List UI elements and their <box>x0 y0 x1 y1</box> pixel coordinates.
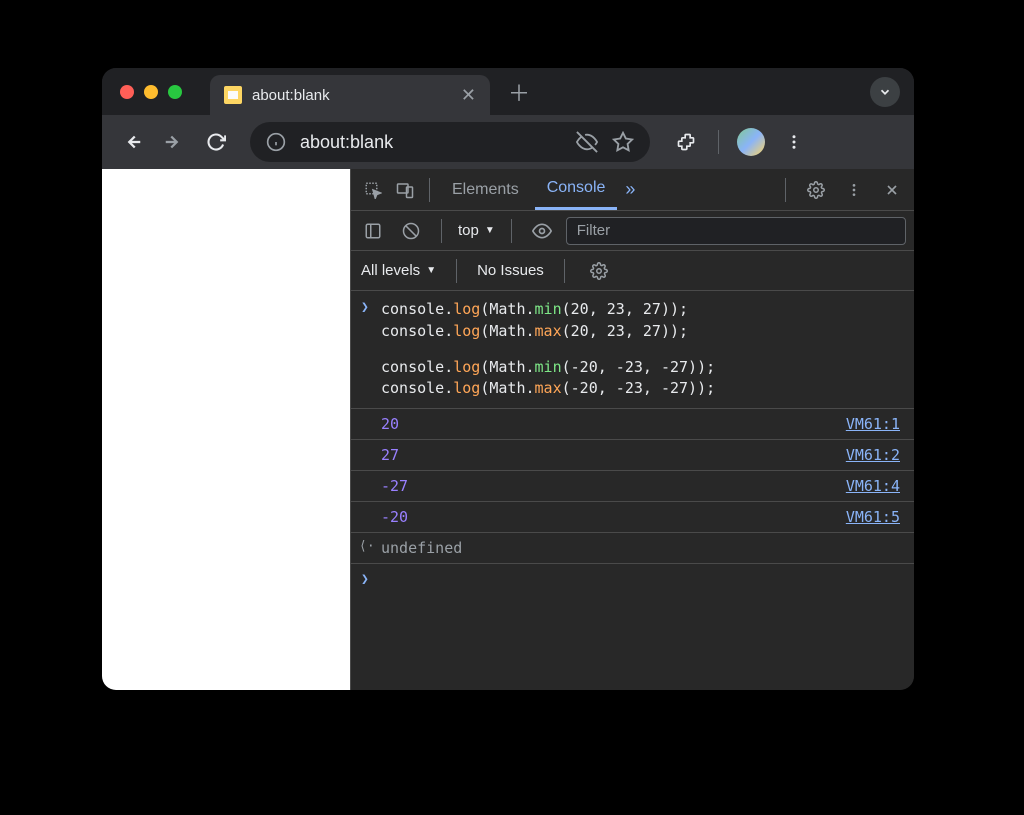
log-value: 27 <box>381 446 399 464</box>
log-value: -27 <box>381 477 408 495</box>
page-viewport[interactable] <box>102 169 350 690</box>
tab-title: about:blank <box>252 87 451 104</box>
console-log-row: 27 VM61:2 <box>351 440 914 471</box>
context-label: top <box>458 222 479 239</box>
forward-button[interactable] <box>156 124 192 160</box>
toggle-sidebar-icon[interactable] <box>359 217 387 245</box>
back-button[interactable] <box>114 124 150 160</box>
return-value: undefined <box>381 539 462 557</box>
log-source-link[interactable]: VM61:5 <box>846 508 900 526</box>
devtools-panel: Elements Console » <box>350 169 914 690</box>
code-line: console.log(Math.min(-20, -23, -27)); <box>381 357 904 379</box>
live-expression-icon[interactable] <box>528 217 556 245</box>
eye-off-icon[interactable] <box>576 131 598 153</box>
tab-label: Elements <box>452 181 519 199</box>
divider <box>441 219 442 243</box>
reload-button[interactable] <box>198 124 234 160</box>
console-log-row: 20 VM61:1 <box>351 409 914 440</box>
divider <box>456 259 457 283</box>
inspect-element-icon[interactable] <box>359 176 387 204</box>
code-line: console.log(Math.min(20, 23, 27)); <box>381 299 904 321</box>
minimize-window-button[interactable] <box>144 85 158 99</box>
console-log-row: -27 VM61:4 <box>351 471 914 502</box>
tab-search-button[interactable] <box>870 77 900 107</box>
console-log-row: -20 VM61:5 <box>351 502 914 533</box>
tab-strip: about:blank ✕ ＋ <box>102 68 914 115</box>
chevron-right-icon: ❯ <box>361 572 369 587</box>
log-source-link[interactable]: VM61:2 <box>846 446 900 464</box>
content-area: Elements Console » <box>102 169 914 690</box>
close-tab-icon[interactable]: ✕ <box>461 85 476 106</box>
settings-gear-icon[interactable] <box>802 176 830 204</box>
code-line: console.log(Math.max(20, 23, 27)); <box>381 321 904 343</box>
favicon-icon <box>224 86 242 104</box>
console-input-echo: ❯ console.log(Math.min(20, 23, 27)); con… <box>351 291 914 409</box>
issues-label[interactable]: No Issues <box>477 262 544 279</box>
window-controls <box>120 85 182 99</box>
divider <box>564 259 565 283</box>
divider <box>511 219 512 243</box>
extensions-icon[interactable] <box>676 132 696 152</box>
console-settings-gear-icon[interactable] <box>585 257 613 285</box>
device-toolbar-icon[interactable] <box>391 176 419 204</box>
chevron-down-icon: ▼ <box>426 265 436 276</box>
console-levels-bar: All levels ▼ No Issues <box>351 251 914 291</box>
log-levels-selector[interactable]: All levels ▼ <box>361 262 436 279</box>
site-info-icon[interactable] <box>266 132 286 152</box>
log-value: 20 <box>381 415 399 433</box>
tab-elements[interactable]: Elements <box>440 169 531 210</box>
log-value: -20 <box>381 508 408 526</box>
tab-console[interactable]: Console <box>535 169 618 210</box>
console-return-row: ⟨· undefined <box>351 533 914 564</box>
log-source-link[interactable]: VM61:4 <box>846 477 900 495</box>
new-tab-button[interactable]: ＋ <box>508 76 530 108</box>
divider <box>429 178 430 202</box>
divider <box>718 130 719 154</box>
browser-window: about:blank ✕ ＋ about:blank <box>102 68 914 690</box>
browser-toolbar: about:blank <box>102 115 914 169</box>
maximize-window-button[interactable] <box>168 85 182 99</box>
return-arrow-icon: ⟨· <box>359 539 375 554</box>
chrome-menu-icon[interactable] <box>785 133 803 151</box>
clear-console-icon[interactable] <box>397 217 425 245</box>
more-tabs-icon[interactable]: » <box>625 179 635 200</box>
devtools-tab-bar: Elements Console » <box>351 169 914 211</box>
tab-label: Console <box>547 179 606 197</box>
bookmark-star-icon[interactable] <box>612 131 634 153</box>
chevron-right-icon: ❯ <box>361 299 369 318</box>
profile-avatar[interactable] <box>737 128 765 156</box>
chevron-down-icon: ▼ <box>485 225 495 236</box>
log-source-link[interactable]: VM61:1 <box>846 415 900 433</box>
devtools-menu-icon[interactable] <box>840 176 868 204</box>
filter-input[interactable]: Filter <box>566 217 906 245</box>
browser-tab[interactable]: about:blank ✕ <box>210 75 490 115</box>
close-devtools-icon[interactable] <box>878 176 906 204</box>
close-window-button[interactable] <box>120 85 134 99</box>
levels-label: All levels <box>361 262 420 279</box>
url-text: about:blank <box>300 132 562 153</box>
console-toolbar: top ▼ Filter <box>351 211 914 251</box>
address-bar[interactable]: about:blank <box>250 122 650 162</box>
context-selector[interactable]: top ▼ <box>458 222 495 239</box>
console-prompt[interactable]: ❯ <box>351 564 914 580</box>
filter-placeholder: Filter <box>577 222 610 239</box>
console-body: ❯ console.log(Math.min(20, 23, 27)); con… <box>351 291 914 690</box>
code-line: console.log(Math.max(-20, -23, -27)); <box>381 378 904 400</box>
divider <box>785 178 786 202</box>
